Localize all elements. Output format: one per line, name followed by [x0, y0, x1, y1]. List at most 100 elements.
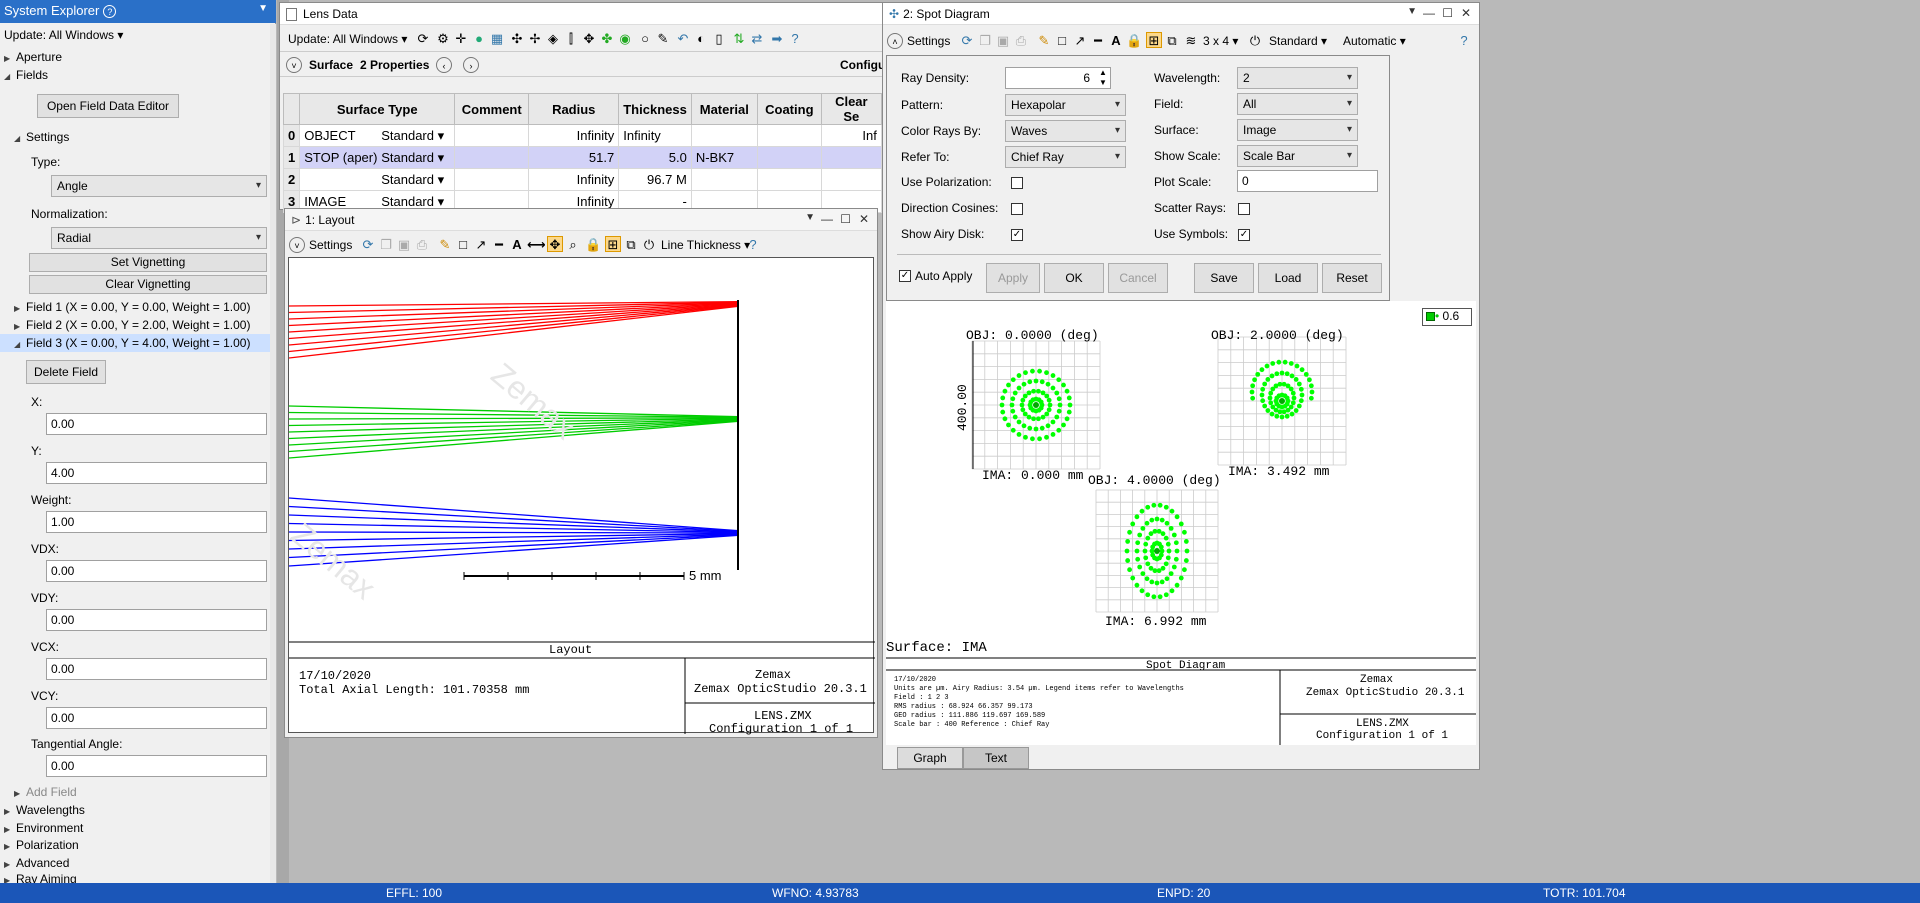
- refresh-icon[interactable]: ⟳: [415, 31, 431, 47]
- header-coating[interactable]: Coating: [756, 93, 822, 125]
- color-rays-by-select[interactable]: Waves: [1005, 120, 1126, 142]
- next-icon[interactable]: ›: [463, 57, 479, 73]
- dropdown-icon[interactable]: ▼: [805, 212, 815, 223]
- thickness-cell[interactable]: 96.7 M: [618, 168, 692, 191]
- toggle-icon[interactable]: ◐: [693, 31, 709, 47]
- clear-vignetting-button[interactable]: Clear Vignetting: [29, 275, 267, 294]
- arrow-icon[interactable]: ↗: [1072, 33, 1088, 49]
- previous-icon[interactable]: ‹: [436, 57, 452, 73]
- direction-cosines-checkbox[interactable]: [1011, 203, 1023, 215]
- automatic-dropdown[interactable]: Automatic ▾: [1343, 34, 1406, 48]
- tree-aperture[interactable]: ▶ Aperture: [4, 50, 62, 64]
- tree-field-3[interactable]: ◢ Field 3 (X = 0.00, Y = 4.00, Weight = 1…: [0, 334, 275, 352]
- minimize-icon[interactable]: —: [821, 212, 833, 226]
- thickness-cell[interactable]: Infinity: [618, 124, 692, 147]
- surface-tab[interactable]: Surface: [309, 58, 353, 72]
- radius-cell[interactable]: 51.7: [528, 146, 620, 169]
- print-icon[interactable]: ⎙: [1013, 33, 1029, 49]
- move-icon[interactable]: ✛: [453, 31, 469, 47]
- open-field-data-editor-button[interactable]: Open Field Data Editor: [37, 94, 179, 118]
- pattern-select[interactable]: Hexapolar: [1005, 94, 1126, 116]
- copy-icon[interactable]: ❐: [378, 237, 394, 253]
- ok-button[interactable]: OK: [1044, 263, 1104, 293]
- update-dropdown[interactable]: Update: All Windows ▾: [288, 32, 407, 46]
- page-icon[interactable]: ▯: [711, 31, 727, 47]
- arrows-icon[interactable]: ⇄: [749, 31, 765, 47]
- pan-icon[interactable]: ✥: [547, 236, 563, 252]
- header-radius[interactable]: Radius: [528, 93, 620, 125]
- rectangle-icon[interactable]: □: [1054, 33, 1070, 49]
- refresh-icon[interactable]: ⟳: [959, 33, 975, 49]
- material-cell[interactable]: [690, 168, 758, 191]
- chart-icon[interactable]: ▦: [489, 31, 505, 47]
- surface-type-cell[interactable]: OBJECT Standard ▾: [299, 124, 456, 147]
- coating-cell[interactable]: [756, 124, 822, 147]
- vcx-field[interactable]: 0.00: [46, 658, 267, 680]
- set-vignetting-button[interactable]: Set Vignetting: [29, 253, 267, 272]
- text-icon[interactable]: A: [1108, 33, 1124, 49]
- standard-dropdown[interactable]: Standard ▾: [1269, 34, 1327, 48]
- window-icon[interactable]: ⧉: [623, 237, 639, 253]
- vdy-field[interactable]: 0.00: [46, 609, 267, 631]
- print-icon[interactable]: ⎙: [414, 237, 430, 253]
- solve-marker[interactable]: M: [676, 172, 687, 187]
- radius-cell[interactable]: Infinity: [528, 168, 620, 191]
- lens-icon[interactable]: ◈: [545, 31, 561, 47]
- lock-icon[interactable]: 🔒: [1126, 33, 1142, 49]
- line-icon[interactable]: ━: [491, 237, 507, 253]
- properties-tab[interactable]: 2 Properties: [360, 58, 429, 72]
- close-icon[interactable]: ✕: [1461, 6, 1471, 20]
- chevron-down-icon[interactable]: ˅: [289, 237, 305, 253]
- grid-icon[interactable]: ⊞: [605, 236, 621, 252]
- surface-type-cell[interactable]: Standard ▾: [299, 168, 456, 191]
- table-row[interactable]: 1 STOP (aper) Standard ▾ 51.7 5.0 N-BK7: [282, 146, 882, 169]
- wavelength-select[interactable]: 2: [1237, 67, 1358, 89]
- tab-graph[interactable]: Graph: [897, 747, 963, 769]
- copy-icon[interactable]: ❐: [977, 33, 993, 49]
- header-material[interactable]: Material: [690, 93, 758, 125]
- apply-button[interactable]: Apply: [986, 263, 1040, 293]
- help-icon[interactable]: ?: [745, 237, 761, 253]
- chevron-up-icon[interactable]: ˄: [887, 33, 903, 49]
- move-icon[interactable]: ✤: [599, 31, 615, 47]
- tree-wavelengths[interactable]: ▶ Wavelengths: [4, 803, 85, 817]
- help-icon[interactable]: ?: [1456, 33, 1472, 49]
- header-comment[interactable]: Comment: [454, 93, 530, 125]
- close-icon[interactable]: ✕: [859, 212, 869, 226]
- tree-fields[interactable]: ◢ Fields: [4, 68, 48, 82]
- field-select[interactable]: All: [1237, 93, 1358, 115]
- save-icon[interactable]: ▣: [995, 33, 1011, 49]
- system-explorer-scrollbar[interactable]: [270, 24, 276, 883]
- chevron-down-icon[interactable]: ˅: [286, 57, 302, 73]
- globe-icon[interactable]: ●: [471, 31, 487, 47]
- auto-apply-checkbox[interactable]: ✓: [899, 270, 911, 282]
- ray-density-stepper[interactable]: ▲ ▼: [1096, 68, 1110, 88]
- radius-cell[interactable]: Infinity: [528, 124, 620, 147]
- tree-environment[interactable]: ▶ Environment: [4, 821, 83, 835]
- zoom-icon[interactable]: ⌕: [565, 237, 581, 253]
- split-icon[interactable]: ⫿: [563, 31, 579, 47]
- line-thickness-dropdown[interactable]: Line Thickness ▾: [661, 238, 750, 252]
- update-dropdown[interactable]: Update: All Windows ▾: [4, 28, 123, 42]
- undo-icon[interactable]: ↶: [675, 31, 691, 47]
- refresh-icon[interactable]: ⟳: [360, 237, 376, 253]
- refer-to-select[interactable]: Chief Ray: [1005, 146, 1126, 168]
- tree-ray-aiming[interactable]: ▶ Ray Aiming: [4, 872, 77, 883]
- header-surface-type[interactable]: Surface Type: [299, 93, 456, 125]
- normalization-select[interactable]: Radial: [51, 227, 267, 249]
- type-select[interactable]: Angle: [51, 175, 267, 197]
- tangential-angle-field[interactable]: 0.00: [46, 755, 267, 777]
- text-icon[interactable]: A: [509, 237, 525, 253]
- vcy-field[interactable]: 0.00: [46, 707, 267, 729]
- grid-icon[interactable]: ⊞: [1146, 32, 1162, 48]
- tree-settings[interactable]: ◢ Settings: [14, 130, 69, 144]
- dimension-icon[interactable]: ⟷: [527, 237, 546, 253]
- scatter-rays-checkbox[interactable]: [1238, 203, 1250, 215]
- material-cell[interactable]: [690, 124, 758, 147]
- chevron-down-icon[interactable]: ▼: [258, 3, 268, 14]
- pencil-icon[interactable]: ✎: [1036, 33, 1052, 49]
- tree-field-2[interactable]: ▶ Field 2 (X = 0.00, Y = 2.00, Weight = 1…: [14, 318, 250, 332]
- spot-settings-button[interactable]: Settings: [907, 34, 950, 48]
- slider-icon[interactable]: ✣: [509, 31, 525, 47]
- header-thickness[interactable]: Thickness: [618, 93, 692, 125]
